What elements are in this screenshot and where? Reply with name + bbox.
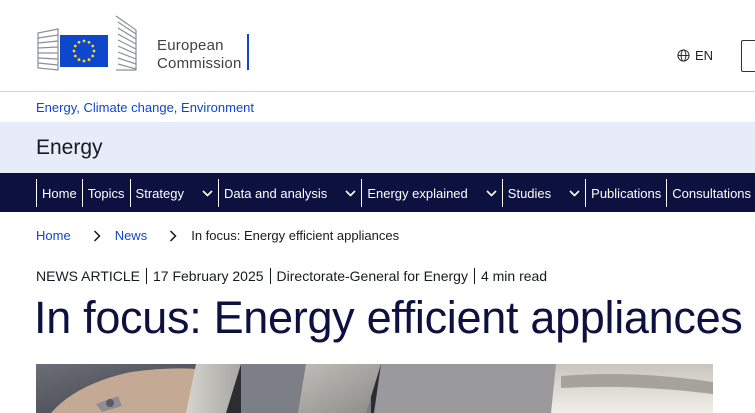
chevron-right-icon — [170, 229, 177, 242]
nav-item-label: Strategy — [135, 185, 184, 201]
article-type: NEWS ARTICLE — [36, 268, 140, 284]
nav-item-home[interactable]: Home — [36, 179, 82, 207]
nav-item-label: Topics — [87, 185, 125, 201]
nav-item-label: Studies — [507, 185, 552, 201]
logo-text: European Commission — [157, 37, 242, 73]
nav-list: Home Topics Strategy Data and analysis Energ… — [36, 179, 755, 207]
page-title: In focus: Energy efficient appliances — [34, 292, 743, 343]
nav-item-label: Energy explained — [367, 185, 468, 201]
nav-item-consultations[interactable]: Consultations — [666, 179, 755, 207]
logo-line-2: Commission — [157, 55, 242, 72]
breadcrumb-current: In focus: Energy efficient appliances — [191, 228, 400, 243]
breadcrumb-home[interactable]: Home — [36, 228, 71, 243]
nav-item-publications[interactable]: Publications — [585, 179, 666, 207]
meta-separator — [146, 268, 147, 284]
nav-item-topics[interactable]: Topics — [81, 179, 130, 207]
language-selector[interactable]: EN — [677, 48, 713, 63]
chevron-down-icon — [569, 189, 580, 197]
topic-link-environment[interactable]: Environment — [181, 100, 254, 115]
topic-link-energy[interactable]: Energy — [36, 100, 76, 115]
logo-divider — [247, 34, 249, 70]
nav-item-studies[interactable]: Studies — [501, 179, 585, 207]
ec-logo-icon — [37, 15, 137, 71]
article-date: 17 February 2025 — [153, 268, 264, 284]
nav-item-label: Consultations — [672, 185, 752, 201]
article-author: Directorate-General for Energy — [276, 268, 468, 284]
topic-sep: , — [173, 100, 182, 115]
chevron-down-icon — [345, 189, 356, 197]
breadcrumb-news[interactable]: News — [115, 228, 148, 243]
topic-links: Energy, Climate change, Environment — [36, 100, 254, 115]
language-code: EN — [695, 48, 714, 63]
topic-link-climate-change[interactable]: Climate change — [83, 100, 173, 115]
site-name[interactable]: Energy — [36, 136, 103, 160]
chevron-down-icon — [486, 189, 497, 197]
site-name-band: Energy — [0, 122, 755, 173]
read-time: 4 min read — [480, 268, 548, 284]
appliance-photo — [36, 364, 713, 413]
nav-item-data-and-analysis[interactable]: Data and analysis — [217, 179, 361, 207]
article-meta: NEWS ARTICLE 17 February 2025 Directorat… — [36, 268, 547, 284]
meta-separator — [269, 268, 271, 284]
main-navigation: Home Topics Strategy Data and analysis Energ… — [0, 173, 755, 212]
globe-icon — [677, 49, 690, 62]
nav-item-energy-explained[interactable]: Energy explained — [361, 179, 501, 207]
nav-item-label: Home — [42, 185, 77, 201]
chevron-down-icon — [202, 189, 213, 197]
site-header: European Commission EN — [0, 0, 755, 92]
chevron-right-icon — [93, 229, 101, 242]
nav-item-label: Data and analysis — [223, 185, 328, 201]
nav-item-strategy[interactable]: Strategy — [129, 179, 218, 207]
logo-line-1: European — [157, 37, 224, 54]
european-commission-logo[interactable]: European Commission — [36, 14, 252, 72]
search-button[interactable] — [741, 40, 755, 72]
nav-item-label: Publications — [591, 185, 662, 201]
meta-separator — [473, 268, 475, 284]
breadcrumb: Home News In focus: Energy efficient app… — [36, 228, 399, 243]
hero-image — [36, 364, 713, 413]
